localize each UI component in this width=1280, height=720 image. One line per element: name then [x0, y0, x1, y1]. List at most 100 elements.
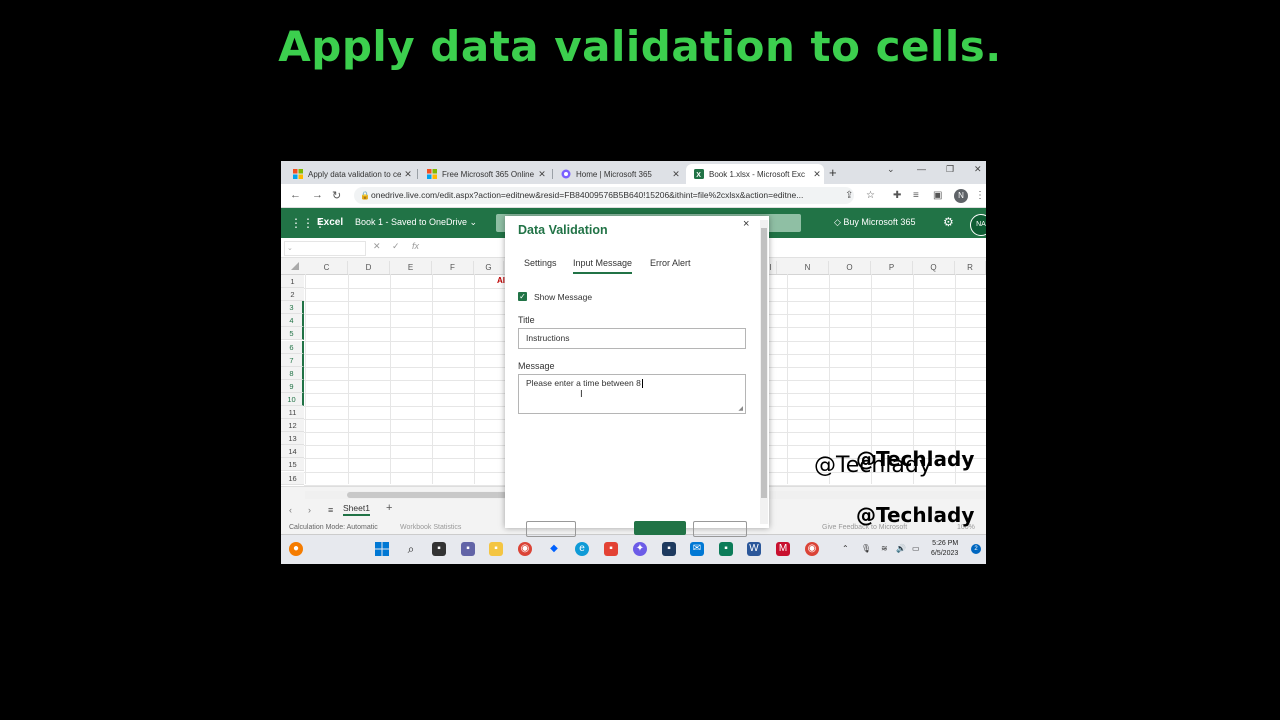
row-header[interactable]: 9 [281, 379, 304, 393]
close-icon[interactable]: × [743, 218, 749, 230]
column-header[interactable]: G [474, 261, 504, 274]
minimize-icon[interactable]: — [917, 164, 926, 174]
prev-sheet-icon[interactable]: ‹ [289, 505, 292, 515]
account-avatar[interactable]: NA [970, 214, 986, 236]
teams-icon[interactable]: ▪ [461, 542, 475, 556]
workbook-statistics[interactable]: Workbook Statistics [400, 524, 461, 531]
column-header[interactable]: F [432, 261, 474, 274]
notification-badge[interactable]: 2 [971, 544, 981, 554]
tab-error-alert[interactable]: Error Alert [650, 258, 691, 268]
tab-search-icon[interactable]: ⌄ [887, 164, 895, 175]
name-box[interactable]: ⌄ [284, 241, 366, 256]
row-header[interactable]: 16 [281, 471, 304, 485]
title-input[interactable]: Instructions [518, 328, 746, 349]
mail-icon[interactable]: ✉ [690, 542, 704, 556]
select-all-icon[interactable] [291, 262, 299, 270]
forward-icon[interactable]: → [312, 189, 323, 201]
column-header[interactable]: R [955, 261, 986, 274]
row-header[interactable]: 7 [281, 353, 304, 367]
row-header[interactable]: 14 [281, 445, 304, 459]
all-sheets-icon[interactable]: ≡ [328, 505, 333, 515]
camera-icon[interactable]: ▪ [604, 542, 618, 556]
column-header[interactable]: N [787, 261, 829, 274]
show-message-checkbox[interactable]: ✓ [518, 292, 527, 301]
reload-icon[interactable]: ↻ [332, 189, 341, 202]
column-header[interactable]: Q [913, 261, 955, 274]
chrome-icon[interactable]: ◉ [518, 542, 532, 556]
gear-icon[interactable]: ⚙ [943, 215, 954, 229]
back-icon[interactable]: ← [290, 189, 301, 201]
browser-tab-1[interactable]: Apply data validation to ce ✕ [285, 164, 415, 184]
search-icon[interactable]: ⌕ [404, 542, 418, 556]
profile-avatar[interactable]: N [954, 189, 968, 203]
tab-close-icon[interactable]: ✕ [810, 169, 824, 180]
enter-icon[interactable]: ✓ [392, 241, 400, 252]
column-header[interactable]: E [390, 261, 432, 274]
url-input[interactable]: 🔒 onedrive.live.com/edit.aspx?action=edi… [354, 187, 854, 204]
dropbox-icon[interactable]: ◆ [547, 542, 561, 556]
tab-close-icon[interactable]: ✕ [669, 169, 683, 180]
column-header[interactable]: C [306, 261, 348, 274]
row-header[interactable]: 4 [281, 314, 304, 328]
row-header[interactable]: 3 [281, 301, 304, 315]
column-header[interactable]: P [871, 261, 913, 274]
row-header[interactable]: 8 [281, 366, 304, 380]
row-header[interactable]: 1 [281, 275, 304, 289]
file-explorer-icon[interactable]: ▪ [489, 542, 503, 556]
tab-input-message[interactable]: Input Message [573, 258, 633, 274]
cancel-icon[interactable]: ✕ [373, 241, 381, 252]
column-header[interactable]: O [829, 261, 871, 274]
chrome-profile-icon[interactable]: ◉ [805, 542, 819, 556]
document-name[interactable]: Book 1 - Saved to OneDrive ⌄ [355, 217, 477, 228]
browser-tab-3[interactable]: Home | Microsoft 365 ✕ [553, 164, 683, 184]
close-window-icon[interactable]: ✕ [974, 164, 982, 175]
row-header[interactable]: 12 [281, 419, 304, 433]
clear-all-button[interactable] [526, 521, 576, 537]
row-header[interactable]: 2 [281, 288, 304, 302]
tray-chevron-icon[interactable]: ⌃ [842, 544, 849, 553]
share-icon[interactable]: ⇪ [845, 190, 853, 201]
dialog-scrollbar-thumb[interactable] [761, 228, 767, 498]
extensions-icon[interactable]: ✚ [893, 190, 901, 201]
browser-tab-4[interactable]: X Book 1.xlsx - Microsoft Exc ✕ [686, 164, 824, 184]
battery-icon[interactable]: ▭ [912, 544, 920, 553]
word-icon[interactable]: W [747, 542, 761, 556]
cancel-button[interactable] [693, 521, 747, 537]
row-header[interactable]: 15 [281, 458, 304, 472]
message-textarea[interactable]: Please enter a time between 8 ◢ [518, 374, 746, 414]
row-header[interactable]: 6 [281, 340, 304, 354]
tab-close-icon[interactable]: ✕ [401, 169, 415, 180]
calendar-icon[interactable]: ▪ [719, 542, 733, 556]
scrollbar-thumb[interactable] [347, 492, 507, 498]
volume-icon[interactable]: 🔊 [896, 544, 906, 553]
start-icon[interactable] [375, 542, 389, 556]
wifi-icon[interactable]: ≋ [881, 544, 888, 553]
bookmark-star-icon[interactable]: ☆ [866, 190, 875, 201]
task-view-icon[interactable]: ▪ [432, 542, 446, 556]
resize-grip-icon[interactable]: ◢ [738, 405, 743, 412]
mcafee-icon[interactable]: M [776, 542, 790, 556]
clock[interactable]: 5:26 PM 6/5/2023 [931, 539, 958, 559]
browser-tab-2[interactable]: Free Microsoft 365 Online ✕ [419, 164, 549, 184]
row-header[interactable]: 5 [281, 327, 304, 341]
microphone-icon[interactable]: 🎙 [861, 544, 871, 553]
column-header[interactable]: D [348, 261, 390, 274]
row-header[interactable]: 10 [281, 392, 304, 406]
menu-icon[interactable]: ⋮ [975, 190, 985, 201]
terminal-icon[interactable]: ▪ [662, 542, 676, 556]
media-icon[interactable]: ≡ [913, 190, 919, 201]
row-header[interactable]: 11 [281, 406, 304, 420]
fx-icon[interactable]: fx [412, 241, 419, 251]
buy-button[interactable]: ◇ Buy Microsoft 365 [834, 217, 915, 228]
add-sheet-button[interactable]: + [386, 502, 392, 514]
edge-icon[interactable]: e [575, 542, 589, 556]
new-tab-button[interactable]: + [829, 165, 837, 180]
sheet-tab[interactable]: Sheet1 [343, 503, 370, 516]
widgets-icon[interactable]: ● [289, 542, 303, 556]
maximize-icon[interactable]: ❐ [946, 164, 954, 175]
tab-settings[interactable]: Settings [524, 258, 557, 268]
app-icon[interactable]: ✦ [633, 542, 647, 556]
app-name[interactable]: Excel [317, 217, 343, 228]
sidepanel-icon[interactable]: ▣ [933, 190, 942, 201]
row-header[interactable]: 13 [281, 432, 304, 446]
